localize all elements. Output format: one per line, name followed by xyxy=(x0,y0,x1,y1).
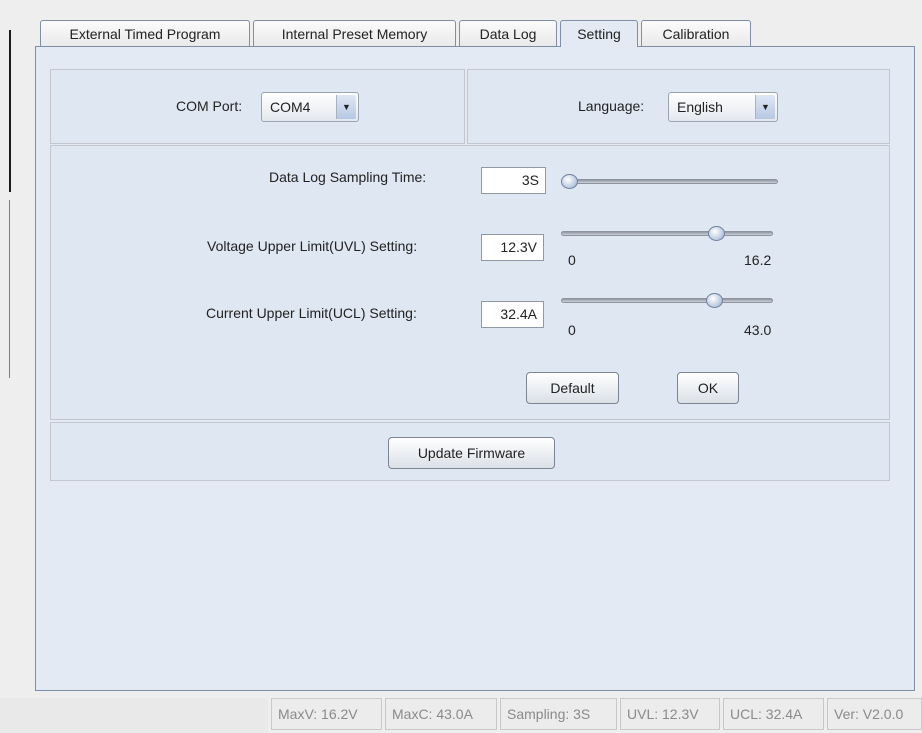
firmware-panel: Update Firmware xyxy=(50,422,890,481)
sampling-field[interactable]: 3S xyxy=(481,167,546,194)
language-panel: Language: English ▼ xyxy=(467,69,890,144)
status-ucl: UCL: 32.4A xyxy=(723,698,824,730)
com-port-panel: COM Port: COM4 ▼ xyxy=(50,69,465,144)
ucl-label: Current Upper Limit(UCL) Setting: xyxy=(206,305,417,321)
uvl-label: Voltage Upper Limit(UVL) Setting: xyxy=(207,238,418,254)
com-port-label: COM Port: xyxy=(176,98,243,114)
tab-calibration[interactable]: Calibration xyxy=(641,20,751,46)
chevron-down-icon: ▼ xyxy=(336,95,356,119)
status-version: Ver: V2.0.0 xyxy=(827,698,922,730)
uvl-slider-track[interactable] xyxy=(561,231,773,236)
uvl-slider-thumb-icon[interactable] xyxy=(708,226,725,241)
tab-internal-preset-memory[interactable]: Internal Preset Memory xyxy=(253,20,456,46)
language-select[interactable]: English ▼ xyxy=(668,92,778,122)
uvl-field[interactable]: 12.3V xyxy=(481,234,544,261)
default-button[interactable]: Default xyxy=(526,372,619,404)
com-port-select[interactable]: COM4 ▼ xyxy=(261,92,359,122)
status-maxc: MaxC: 43.0A xyxy=(385,698,497,730)
ucl-slider-track[interactable] xyxy=(561,298,773,303)
limits-panel: Data Log Sampling Time: 3S Voltage Upper… xyxy=(50,145,890,420)
update-firmware-button[interactable]: Update Firmware xyxy=(388,437,555,469)
tab-external-timed-program[interactable]: External Timed Program xyxy=(40,20,250,46)
com-port-value: COM4 xyxy=(270,99,311,115)
ucl-slider-thumb-icon[interactable] xyxy=(706,293,723,308)
sampling-label: Data Log Sampling Time: xyxy=(269,169,427,185)
ucl-field[interactable]: 32.4A xyxy=(481,301,544,328)
window-edge xyxy=(9,30,11,192)
tab-setting[interactable]: Setting xyxy=(560,20,638,47)
ucl-max-label: 43.0 xyxy=(744,322,772,338)
status-maxv: MaxV: 16.2V xyxy=(271,698,382,730)
chevron-down-icon: ▼ xyxy=(755,95,775,119)
status-sampling: Sampling: 3S xyxy=(500,698,617,730)
ok-button[interactable]: OK xyxy=(677,372,739,404)
status-bar-spacer xyxy=(0,698,268,733)
window-edge-lower xyxy=(9,200,10,378)
setting-tab-panel: COM Port: COM4 ▼ Language: English ▼ Dat… xyxy=(35,46,915,691)
sampling-slider-track[interactable] xyxy=(563,179,778,184)
uvl-min-label: 0 xyxy=(568,252,576,268)
tab-data-log[interactable]: Data Log xyxy=(459,20,557,46)
sampling-slider-thumb-icon[interactable] xyxy=(561,174,578,189)
status-uvl: UVL: 12.3V xyxy=(620,698,720,730)
language-value: English xyxy=(677,99,723,115)
language-label: Language: xyxy=(578,98,645,114)
uvl-max-label: 16.2 xyxy=(744,252,772,268)
ucl-min-label: 0 xyxy=(568,322,576,338)
